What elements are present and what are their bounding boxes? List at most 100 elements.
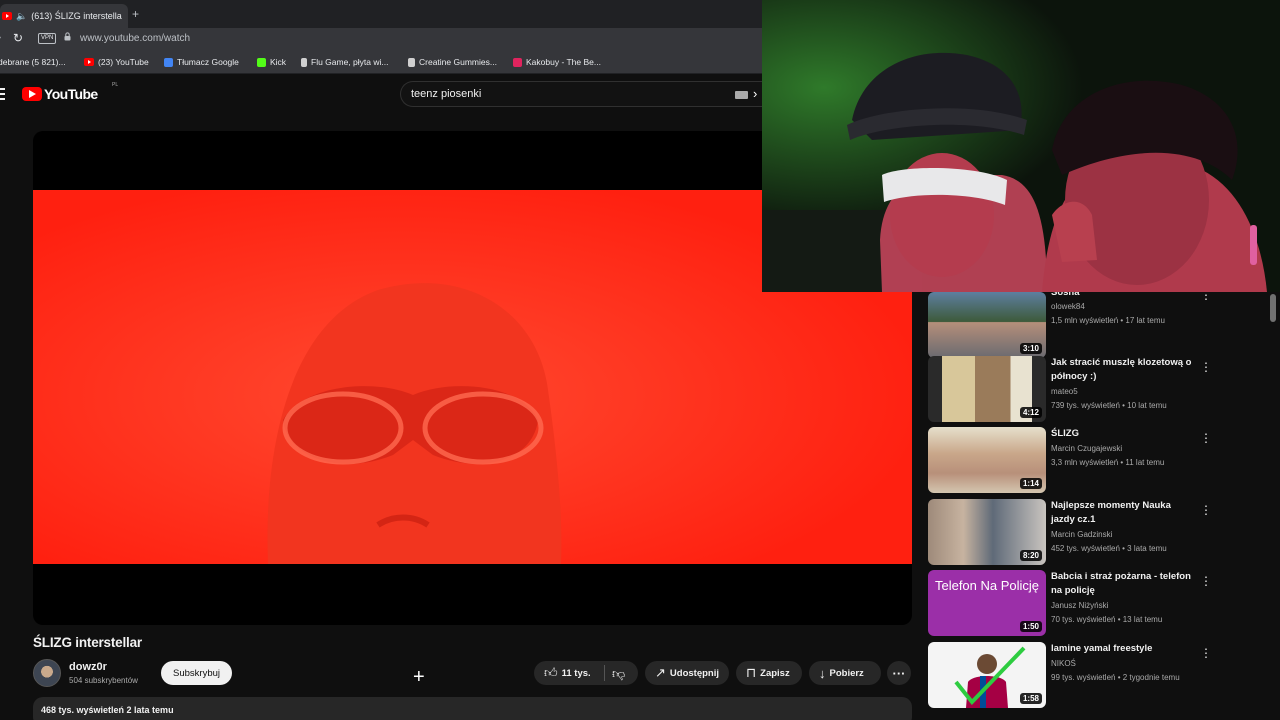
search-query: teenz piosenki bbox=[411, 88, 482, 100]
speaker-icon[interactable]: 🔈 bbox=[16, 11, 27, 22]
channel-name[interactable]: Janusz Niżyński bbox=[1051, 601, 1108, 610]
description-box[interactable]: 468 tys. wyświetleń 2 lata temu bbox=[33, 697, 912, 720]
bookmark-site-icon bbox=[408, 57, 415, 67]
scrollbar[interactable] bbox=[1270, 294, 1276, 322]
list-item[interactable]: 1:58 lamine yamal freestyle NIKOŚ 99 tys… bbox=[928, 642, 1228, 710]
video-meta: 99 tys. wyświetleń • 2 tygodnie temu bbox=[1051, 673, 1180, 682]
video-meta: 70 tys. wyświetleń • 13 lat temu bbox=[1051, 615, 1163, 624]
channel-name[interactable]: olowek84 bbox=[1051, 302, 1085, 311]
channel-name[interactable]: mateo5 bbox=[1051, 387, 1078, 396]
channel-name[interactable]: dowz0r bbox=[69, 661, 107, 673]
video-title[interactable]: lamine yamal freestyle bbox=[1051, 642, 1193, 656]
video-thumbnail[interactable]: 1:58 bbox=[928, 642, 1046, 708]
video-meta: 739 tys. wyświetleń • 10 lat temu bbox=[1051, 401, 1167, 410]
thumbs-up-icon: 👍︎ bbox=[544, 665, 558, 680]
video-thumbnail[interactable]: 4:12 bbox=[928, 356, 1046, 422]
bookmark-label: debrane (5 821)... bbox=[0, 57, 66, 67]
mouse-cursor-icon: + bbox=[413, 666, 425, 688]
bookmark-item[interactable]: debrane (5 821)... bbox=[0, 57, 66, 67]
url-field[interactable]: www.youtube.com/watch bbox=[80, 33, 190, 44]
browser-tab-strip: 🔈 (613) ŚLIZG interstella + bbox=[0, 0, 762, 28]
more-actions-button[interactable]: ··· bbox=[887, 661, 911, 685]
more-vertical-icon[interactable]: ⋮ bbox=[1200, 360, 1212, 374]
duration-badge: 3:10 bbox=[1019, 343, 1042, 354]
download-label: Pobierz bbox=[829, 667, 864, 679]
menu-icon[interactable] bbox=[0, 88, 5, 100]
youtube-logo-text: YouTube bbox=[44, 86, 98, 102]
video-title[interactable]: ŚLIZG bbox=[1051, 427, 1193, 441]
bookmark-item[interactable]: Kick bbox=[257, 57, 286, 67]
divider bbox=[604, 665, 605, 681]
tab-title: (613) ŚLIZG interstella bbox=[31, 11, 122, 21]
list-item[interactable]: 4:12 Jak stracić muszlę klozetową o półn… bbox=[928, 356, 1228, 424]
video-title[interactable]: Najlepsze momenty Nauka jazdy cz.1 bbox=[1051, 499, 1193, 527]
webcam-image bbox=[762, 0, 1280, 292]
video-thumbnail[interactable]: 1:14 bbox=[928, 427, 1046, 493]
video-thumbnail[interactable]: 8:20 bbox=[928, 499, 1046, 565]
subscribe-button[interactable]: Subskrybuj bbox=[161, 661, 232, 685]
save-button[interactable]: ⊓ Zapisz bbox=[736, 661, 802, 685]
more-vertical-icon[interactable]: ⋮ bbox=[1200, 503, 1212, 517]
share-icon: ↗ bbox=[655, 665, 666, 680]
list-item[interactable]: 3:10 Sosna olowek84 1,5 mln wyświetleń •… bbox=[928, 287, 1228, 360]
translate-icon bbox=[164, 57, 173, 67]
bookmark-item[interactable]: Flu Game, płyta wi... bbox=[301, 57, 388, 67]
channel-name[interactable]: Marcin Gadzinski bbox=[1051, 530, 1112, 539]
duration-badge: 1:14 bbox=[1019, 478, 1042, 489]
vpn-badge[interactable]: VPN bbox=[38, 33, 57, 44]
duration-badge: 4:12 bbox=[1019, 407, 1042, 418]
channel-name[interactable]: Marcin Czugajewski bbox=[1051, 444, 1122, 453]
like-count: 11 tys. bbox=[561, 667, 591, 679]
list-item[interactable]: 1:14 ŚLIZG Marcin Czugajewski 3,3 mln wy… bbox=[928, 427, 1228, 495]
channel-name[interactable]: NIKOŚ bbox=[1051, 659, 1076, 668]
youtube-icon bbox=[84, 58, 94, 66]
keyboard-icon[interactable] bbox=[735, 91, 748, 99]
youtube-logo[interactable]: YouTube PL bbox=[22, 82, 118, 102]
reload-icon[interactable]: ↻ bbox=[13, 31, 23, 45]
more-vertical-icon[interactable]: ⋮ bbox=[1200, 431, 1212, 445]
browser-tab-active[interactable]: 🔈 (613) ŚLIZG interstella bbox=[0, 4, 128, 28]
bookmarks-bar: debrane (5 821)... (23) YouTube Tłumacz … bbox=[0, 50, 762, 74]
list-item[interactable]: Telefon Na Policję 1:50 Babcia i straż p… bbox=[928, 570, 1228, 638]
lock-icon[interactable] bbox=[64, 32, 71, 41]
like-button[interactable]: 👍︎ 11 tys. 👎︎ bbox=[534, 661, 638, 685]
chevron-right-icon[interactable]: › bbox=[753, 86, 757, 101]
video-thumbnail[interactable]: Telefon Na Policję 1:50 bbox=[928, 570, 1046, 636]
new-tab-icon[interactable]: + bbox=[132, 7, 139, 21]
bookmark-item[interactable]: Kakobuy - The Be... bbox=[513, 57, 601, 67]
youtube-favicon-icon bbox=[2, 12, 12, 20]
video-thumbnail[interactable]: 3:10 bbox=[928, 292, 1046, 358]
youtube-header: YouTube PL teenz piosenki › bbox=[0, 75, 762, 115]
duration-badge: 8:20 bbox=[1019, 550, 1042, 561]
bookmark-label: Kick bbox=[270, 57, 287, 67]
more-vertical-icon[interactable]: ⋮ bbox=[1200, 574, 1212, 588]
bookmark-label: Flu Game, płyta wi... bbox=[311, 57, 389, 67]
duration-badge: 1:50 bbox=[1019, 621, 1042, 632]
screen: { "browser": { "tab_title": "(613) ŚLIZG… bbox=[0, 0, 1280, 720]
video-meta: 452 tys. wyświetleń • 3 lata temu bbox=[1051, 544, 1167, 553]
list-item[interactable]: 8:20 Najlepsze momenty Nauka jazdy cz.1 … bbox=[928, 499, 1228, 567]
duration-badge: 1:58 bbox=[1019, 693, 1042, 704]
video-title[interactable]: Babcia i straż pożarna - telefon na poli… bbox=[1051, 570, 1193, 598]
download-button[interactable]: ↓ Pobierz bbox=[809, 661, 881, 685]
bookmark-label: (23) YouTube bbox=[98, 57, 149, 67]
more-vertical-icon[interactable]: ⋮ bbox=[1200, 646, 1212, 660]
search-input[interactable]: teenz piosenki › bbox=[400, 81, 762, 107]
bookmark-site-icon bbox=[301, 57, 307, 67]
video-meta: 3,3 mln wyświetleń • 11 lat temu bbox=[1051, 458, 1165, 467]
channel-avatar[interactable] bbox=[33, 659, 61, 687]
thumbs-down-icon[interactable]: 👎︎ bbox=[612, 666, 625, 682]
video-title[interactable]: Jak stracić muszlę klozetową o północy :… bbox=[1051, 356, 1193, 384]
bookmark-label: Tłumacz Google bbox=[177, 57, 239, 67]
bookmark-item[interactable]: Creatine Gummies... bbox=[408, 57, 497, 67]
bookmark-item[interactable]: Tłumacz Google bbox=[164, 57, 239, 67]
more-horizontal-icon: ··· bbox=[892, 665, 906, 681]
country-code: PL bbox=[112, 82, 119, 88]
video-title: ŚLIZG interstellar bbox=[33, 635, 142, 650]
video-meta: 1,5 mln wyświetleń • 17 lat temu bbox=[1051, 316, 1165, 325]
address-bar: › ↻ VPN www.youtube.com/watch bbox=[0, 28, 762, 50]
webcam-overlay bbox=[762, 0, 1280, 292]
forward-icon[interactable]: › bbox=[0, 32, 1, 43]
bookmark-item[interactable]: (23) YouTube bbox=[84, 57, 149, 67]
share-button[interactable]: ↗ Udostępnij bbox=[645, 661, 729, 685]
